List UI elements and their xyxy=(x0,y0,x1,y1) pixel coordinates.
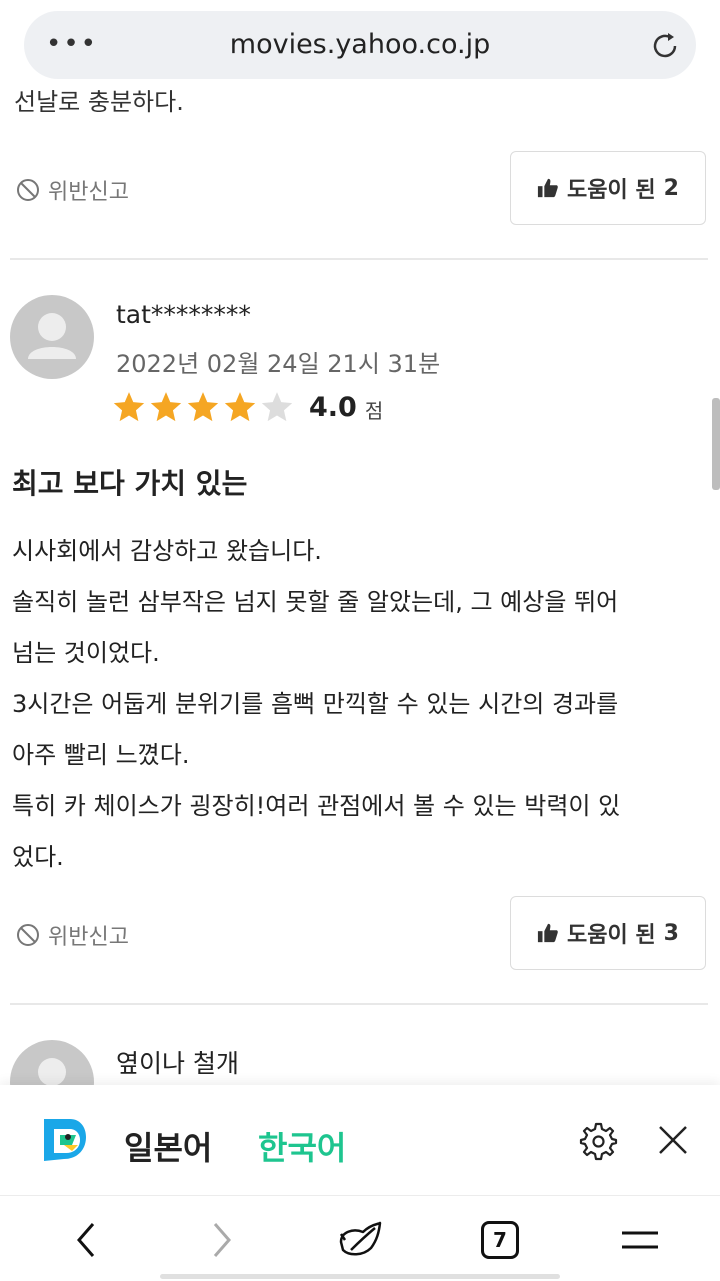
review-line: 시사회에서 감상하고 왔습니다. xyxy=(12,537,322,565)
back-button[interactable] xyxy=(62,1216,110,1264)
review-line: 아주 빨리 느꼈다. xyxy=(12,741,190,769)
review-body: 시사회에서 감상하고 왔습니다. 솔직히 놀런 삼부작은 넘지 못할 줄 알았는… xyxy=(12,526,712,883)
target-language-button[interactable]: 한국어 xyxy=(258,1123,346,1169)
source-language-button[interactable]: 일본어 xyxy=(124,1123,212,1169)
rating-unit: 점 xyxy=(364,398,384,423)
home-indicator xyxy=(160,1274,560,1279)
star-icon xyxy=(261,392,293,422)
whale-home-button[interactable] xyxy=(336,1216,384,1264)
star-icon xyxy=(187,392,219,422)
review-line: 솔직히 놀런 삼부작은 넘지 못할 줄 알았는데, 그 예상을 뛰어 xyxy=(12,588,619,616)
forward-button[interactable] xyxy=(198,1216,246,1264)
review-datetime: 2022년 02월 24일 21시 31분 xyxy=(116,350,441,378)
translation-bar: 일본어 한국어 xyxy=(0,1085,720,1195)
bottom-navigation: 7 xyxy=(0,1195,720,1281)
helpful-button[interactable]: 도움이 된 3 xyxy=(510,896,706,970)
helpful-count: 3 xyxy=(663,920,679,946)
review-line: 넘는 것이었다. xyxy=(12,639,160,667)
review-line: 3시간은 어둡게 분위기를 흠뻑 만끽할 수 있는 시간의 경과를 xyxy=(12,690,619,718)
previous-review-text: 선날로 충분하다. xyxy=(14,88,184,116)
thumbs-up-icon xyxy=(537,923,558,943)
report-label: 위반신고 xyxy=(48,925,129,950)
review-line: 특히 카 체이스가 굉장히!여러 관점에서 볼 수 있는 박력이 있 xyxy=(12,792,621,820)
close-icon[interactable] xyxy=(656,1123,690,1157)
scrollbar[interactable] xyxy=(712,398,720,490)
whale-icon xyxy=(339,1221,382,1256)
prohibited-icon xyxy=(17,179,39,201)
prohibited-icon xyxy=(17,924,39,946)
url-text[interactable]: movies.yahoo.co.jp xyxy=(24,29,696,60)
username: 옆이나 철개 xyxy=(116,1049,239,1078)
avatar xyxy=(10,295,94,379)
papago-logo-icon xyxy=(44,1119,86,1161)
review-divider xyxy=(10,258,708,260)
avatar xyxy=(10,1040,94,1085)
star-icon xyxy=(224,392,256,422)
report-label: 위반신고 xyxy=(48,180,129,205)
menu-button[interactable] xyxy=(616,1216,664,1264)
rating-score: 4.0 xyxy=(309,391,357,423)
chevron-right-icon xyxy=(213,1223,231,1257)
reload-icon[interactable] xyxy=(648,29,682,63)
report-button[interactable]: 위반신고 xyxy=(16,919,129,951)
report-button[interactable]: 위반신고 xyxy=(16,174,129,206)
helpful-label: 도움이 된 xyxy=(567,178,656,203)
chevron-left-icon xyxy=(77,1223,95,1257)
star-list xyxy=(112,390,297,424)
page-content: 선날로 충분하다. 위반신고 도움이 된 2 tat******** 2022년… xyxy=(0,0,720,1085)
tabs-button[interactable]: 7 xyxy=(476,1216,524,1264)
user-icon xyxy=(38,1058,66,1085)
review-divider xyxy=(10,1003,708,1005)
star-rating: 4.0 점 xyxy=(112,390,383,424)
review-title: 최고 보다 가치 있는 xyxy=(12,467,248,500)
helpful-label: 도움이 된 xyxy=(567,923,656,948)
tab-count: 7 xyxy=(481,1221,519,1259)
hamburger-menu-icon xyxy=(622,1231,658,1249)
review-line: 었다. xyxy=(12,843,64,871)
helpful-count: 2 xyxy=(663,175,679,201)
helpful-button[interactable]: 도움이 된 2 xyxy=(510,151,706,225)
address-bar[interactable]: ••• movies.yahoo.co.jp xyxy=(24,11,696,79)
thumbs-up-icon xyxy=(537,178,558,198)
star-icon xyxy=(150,392,182,422)
username: tat******** xyxy=(116,300,251,329)
user-icon xyxy=(28,313,76,359)
star-icon xyxy=(113,392,145,422)
gear-icon[interactable] xyxy=(578,1121,618,1161)
